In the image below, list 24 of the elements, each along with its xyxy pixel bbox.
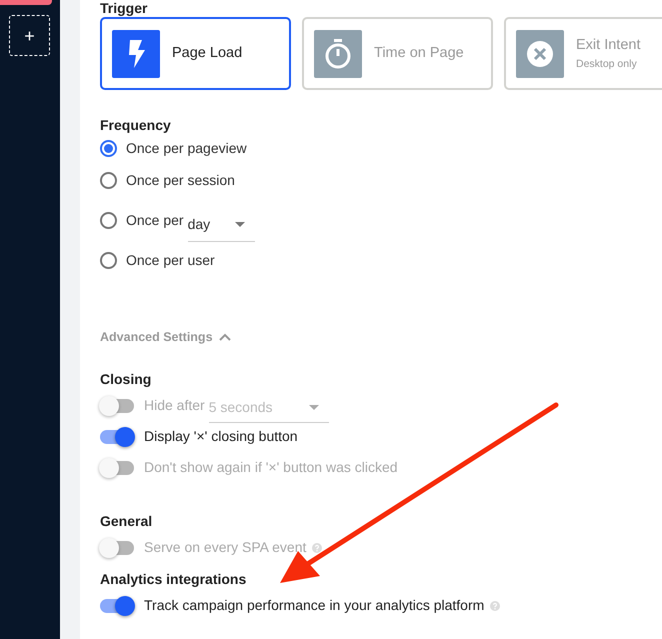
trigger-option[interactable]: Page Load (100, 17, 291, 90)
section-heading: Closing (100, 370, 152, 389)
toggle-label: Serve on every SPA event (144, 538, 306, 557)
option-subtitle: Desktop only (576, 56, 638, 72)
period-dropdown[interactable]: day (188, 208, 255, 242)
toggle-label: Track campaign performance in your analytics platform (144, 596, 484, 615)
toggle-label: Don't show again if '×' button was clicked (144, 458, 398, 477)
advanced-settings-toggle[interactable]: Advanced Settings (100, 328, 231, 347)
toggle-label: Hide after (144, 396, 205, 415)
radio-label: Once per pageview (126, 138, 247, 158)
add-button[interactable]: + (9, 15, 50, 56)
trigger-option[interactable]: Exit Intent Desktop only (504, 17, 662, 90)
option-label: Exit Intent (576, 36, 640, 55)
option-label: Time on Page (374, 44, 464, 63)
section-heading: General (100, 512, 154, 531)
toggle-label: Display '×' closing button (144, 427, 298, 446)
option-label: Page Load (172, 44, 242, 63)
section-heading: Trigger (100, 1, 148, 15)
trigger-option[interactable]: Time on Page (302, 17, 493, 90)
radio-label: Once per user (126, 250, 215, 270)
section-heading: Analytics integrations (100, 570, 248, 589)
section-heading: Frequency (100, 116, 172, 135)
radio-label: Once per session (126, 170, 235, 190)
radio-label: Once per (126, 210, 184, 230)
